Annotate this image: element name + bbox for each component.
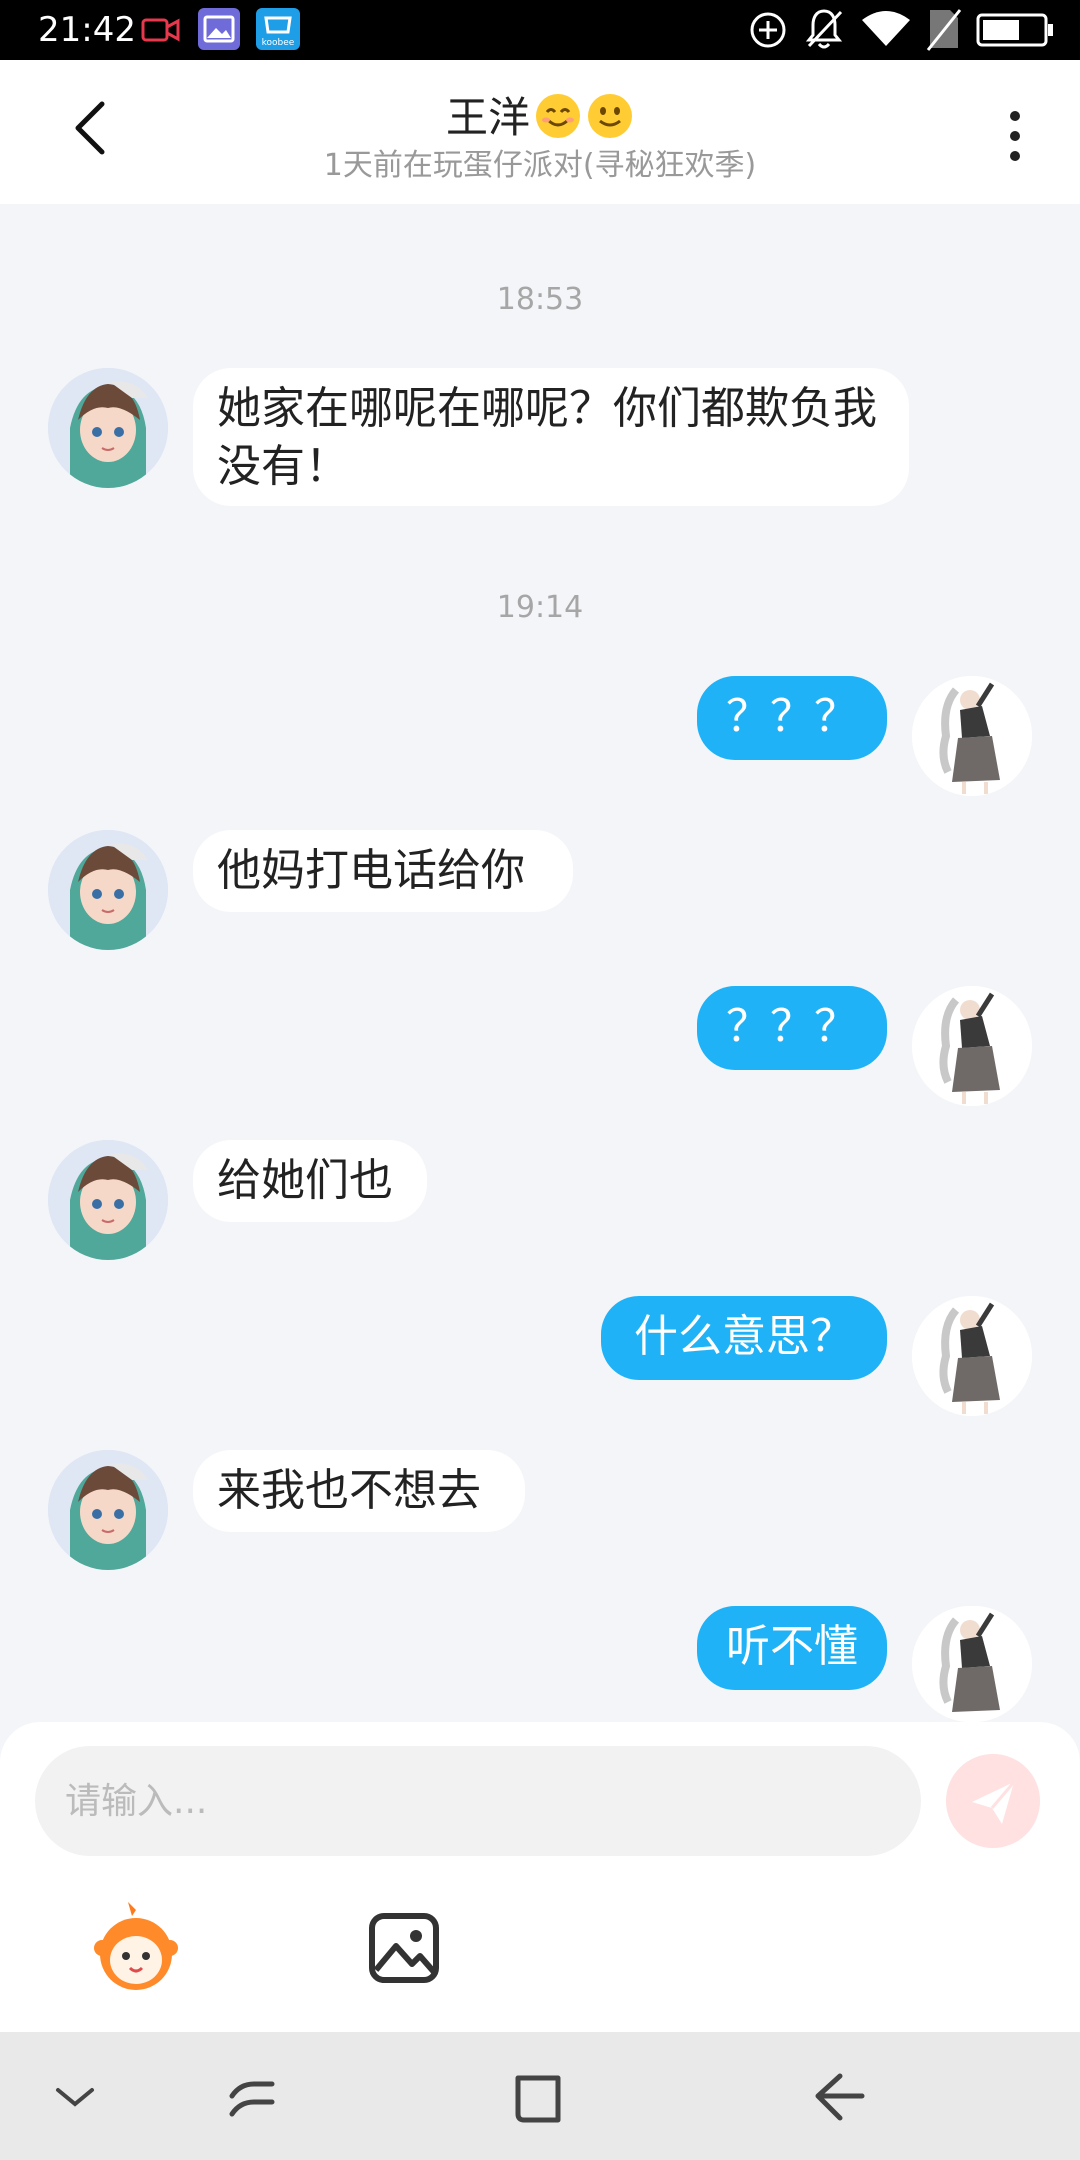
svg-text:koobee: koobee	[262, 38, 295, 48]
message-bubble-received[interactable]: 给她们也	[193, 1140, 427, 1222]
contact-avatar[interactable]	[48, 1140, 168, 1260]
message-bubble-received[interactable]: 她家在哪呢在哪呢？你们都欺负我没有！	[193, 368, 909, 506]
message-bubble-sent[interactable]: ？？？	[697, 676, 887, 760]
contact-status: 1天前在玩蛋仔派对(寻秘狂欢季)	[323, 148, 757, 183]
chat-title: 王洋	[0, 84, 1080, 145]
message-input[interactable]	[35, 1746, 921, 1856]
contact-avatar[interactable]	[48, 830, 168, 950]
gallery-app-icon	[198, 8, 240, 50]
message-bubble-received[interactable]: 来我也不想去	[193, 1450, 525, 1532]
screen-record-icon	[141, 18, 180, 42]
bell-off-icon	[805, 9, 843, 49]
message-composer	[0, 1722, 1080, 2032]
my-avatar[interactable]	[912, 1606, 1032, 1722]
more-options-icon[interactable]	[1000, 106, 1030, 166]
image-picker-icon[interactable]	[356, 1900, 452, 1996]
koobee-store-icon: koobee	[256, 8, 300, 50]
chat-header: 王洋 1天前在玩蛋仔派对(寻秘狂欢季)	[0, 60, 1080, 204]
status-time: 21:42	[38, 10, 136, 50]
my-avatar[interactable]	[912, 676, 1032, 796]
message-bubble-received[interactable]: 他妈打电话给你	[193, 830, 573, 912]
battery-icon	[976, 13, 1053, 47]
no-sim-icon	[926, 9, 962, 51]
sticker-mascot-icon[interactable]	[88, 1900, 184, 1996]
timestamp: 18:53	[496, 282, 584, 317]
my-avatar[interactable]	[912, 986, 1032, 1106]
wifi-icon	[862, 11, 910, 46]
add-circle-icon	[750, 12, 786, 48]
smiling-face-emoji	[536, 94, 580, 138]
collapse-icon[interactable]	[40, 2062, 110, 2132]
system-nav-bar	[0, 2032, 1080, 2160]
recents-icon[interactable]	[218, 2062, 288, 2132]
contact-avatar[interactable]	[48, 1450, 168, 1570]
message-bubble-sent[interactable]: ？？？	[697, 986, 887, 1070]
message-bubble-sent[interactable]: 什么意思？	[601, 1296, 887, 1380]
home-icon[interactable]	[504, 2062, 574, 2132]
contact-avatar[interactable]	[48, 368, 168, 488]
message-bubble-sent[interactable]: 听不懂	[697, 1606, 887, 1690]
back-icon[interactable]	[804, 2062, 874, 2132]
send-icon[interactable]	[946, 1754, 1040, 1848]
timestamp: 19:14	[496, 590, 584, 625]
contact-name: 王洋	[445, 93, 530, 142]
slightly-smiling-face-emoji	[588, 94, 632, 138]
status-bar: 21:42 koobee	[0, 0, 1080, 60]
my-avatar[interactable]	[912, 1296, 1032, 1416]
